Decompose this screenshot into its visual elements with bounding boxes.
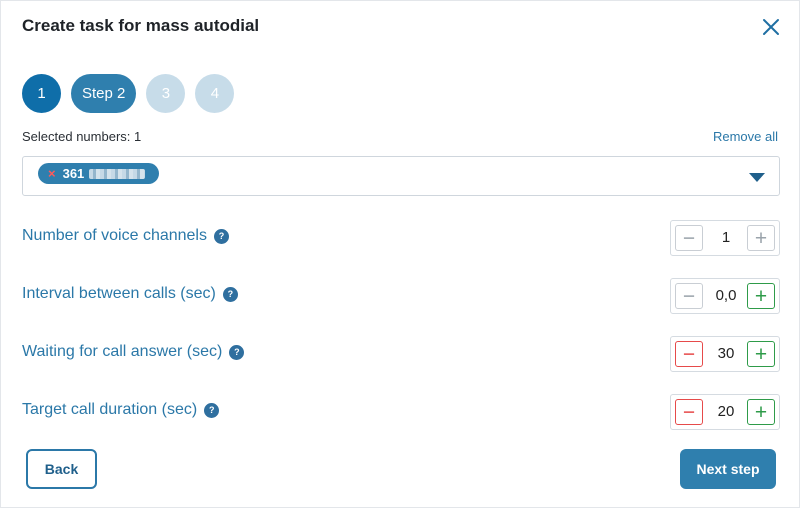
dialog-title: Create task for mass autodial [22, 16, 260, 35]
chip-number: 361 [62, 166, 85, 181]
mass-autodial-dialog: Create task for mass autodial 1 Step 2 3… [0, 0, 800, 508]
decrement-button[interactable]: − [675, 399, 703, 425]
chevron-down-icon[interactable] [749, 173, 765, 182]
increment-button[interactable]: + [747, 399, 775, 425]
selected-numbers-label: Selected numbers: 1 [22, 129, 142, 144]
masked-digits [89, 168, 146, 179]
decrement-button[interactable]: − [675, 341, 703, 367]
voice-channels-label: Number of voice channels ? [22, 227, 229, 245]
setting-label: Interval between calls (sec) [22, 285, 216, 302]
stepper-value[interactable]: 20 [705, 403, 747, 420]
numbers-select[interactable]: × 361 [22, 156, 780, 196]
next-step-button[interactable]: Next step [680, 449, 776, 489]
remove-chip-icon[interactable]: × [48, 167, 56, 180]
interval-stepper: − 0,0 + [670, 278, 780, 314]
remove-all-link[interactable]: Remove all [713, 129, 778, 144]
call-duration-label: Target call duration (sec) ? [22, 401, 220, 419]
step-2[interactable]: Step 2 [71, 74, 137, 113]
setting-label: Target call duration (sec) [22, 401, 198, 418]
help-icon[interactable]: ? [213, 228, 229, 244]
increment-button[interactable]: + [747, 341, 775, 367]
increment-button[interactable]: + [747, 225, 775, 251]
number-chip: × 361 [38, 163, 160, 184]
stepper-value[interactable]: 1 [705, 229, 747, 246]
answer-wait-stepper: − 30 + [670, 336, 780, 372]
increment-button[interactable]: + [747, 283, 775, 309]
step-4[interactable]: 4 [195, 74, 235, 113]
stepper-value[interactable]: 0,0 [705, 287, 747, 304]
interval-label: Interval between calls (sec) ? [22, 285, 238, 303]
help-icon[interactable]: ? [204, 402, 220, 418]
setting-label: Number of voice channels [22, 227, 207, 244]
call-duration-stepper: − 20 + [670, 394, 780, 430]
close-icon[interactable] [761, 17, 781, 37]
voice-channels-stepper: − 1 + [670, 220, 780, 256]
step-1[interactable]: 1 [22, 74, 61, 113]
decrement-button[interactable]: − [675, 283, 703, 309]
stepper-progress: 1 Step 2 3 4 [22, 74, 235, 113]
back-button[interactable]: Back [26, 449, 97, 489]
stepper-value[interactable]: 30 [705, 345, 747, 362]
help-icon[interactable]: ? [222, 286, 238, 302]
answer-wait-label: Waiting for call answer (sec) ? [22, 343, 245, 361]
help-icon[interactable]: ? [229, 344, 245, 360]
setting-label: Waiting for call answer (sec) [22, 343, 223, 360]
step-3[interactable]: 3 [146, 74, 186, 113]
decrement-button[interactable]: − [675, 225, 703, 251]
